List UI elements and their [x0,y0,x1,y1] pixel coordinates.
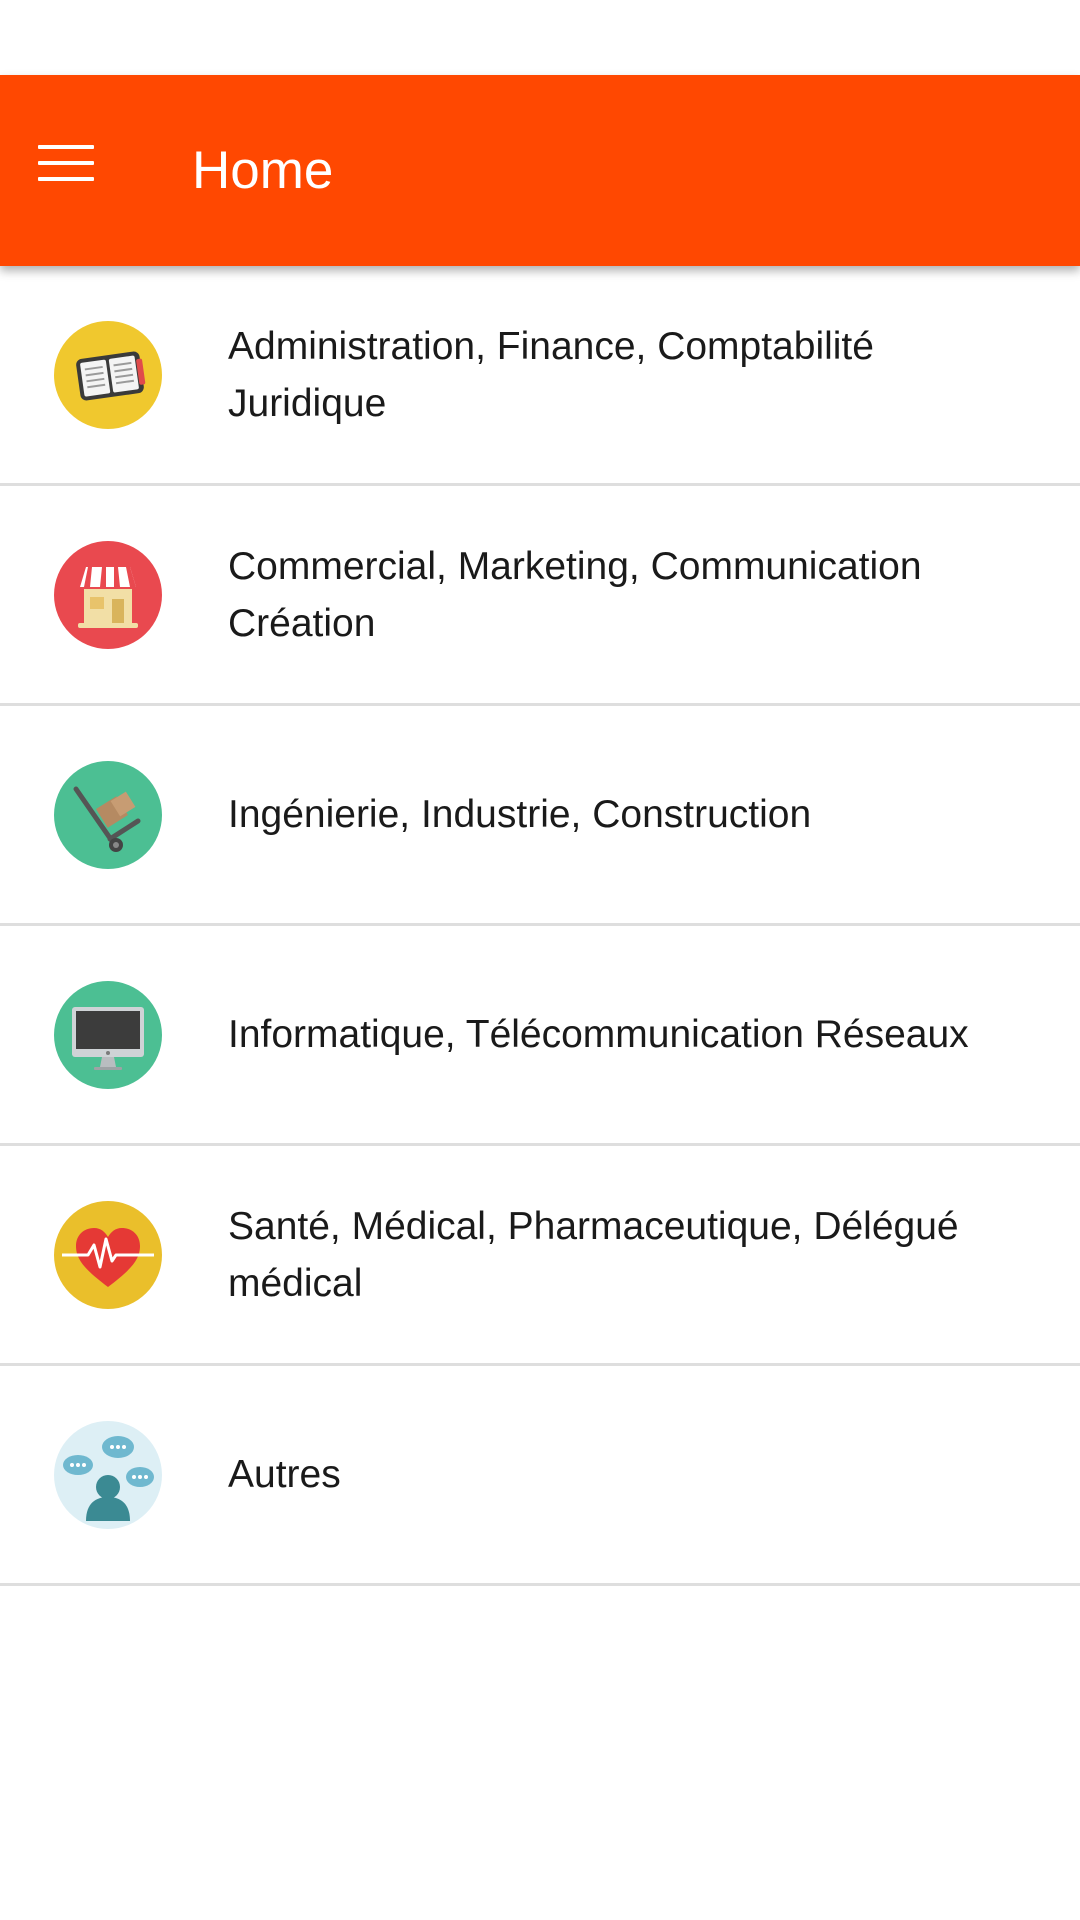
category-item-health[interactable]: Santé, Médical, Pharmaceutique, Délégué … [0,1146,1080,1366]
category-item-engineering[interactable]: Ingénierie, Industrie, Construction [0,706,1080,926]
status-bar [0,0,1080,75]
app-bar: Home [0,75,1080,266]
category-label: Informatique, Télécommunication Réseaux [228,1013,969,1056]
category-item-others[interactable]: Autres [0,1366,1080,1586]
page-title: Home [192,141,334,200]
category-list: Administration, Finance, Comptabilité Ju… [0,266,1080,1586]
heart-pulse-icon [54,1201,162,1309]
hamburger-menu-icon [38,144,94,182]
category-label: Commercial, Marketing, Communication Cré… [228,544,922,645]
category-label: Administration, Finance, Comptabilité Ju… [228,324,874,425]
menu-button[interactable] [28,125,104,201]
category-label: Autres [228,1453,341,1496]
notebook-icon [54,321,162,429]
category-label: Santé, Médical, Pharmaceutique, Délégué … [228,1204,959,1305]
category-item-administration[interactable]: Administration, Finance, Comptabilité Ju… [0,266,1080,486]
storefront-icon [54,541,162,649]
person-chat-icon [54,1421,162,1529]
computer-monitor-icon [54,981,162,1089]
category-item-commercial[interactable]: Commercial, Marketing, Communication Cré… [0,486,1080,706]
category-item-it[interactable]: Informatique, Télécommunication Réseaux [0,926,1080,1146]
hand-truck-icon [54,761,162,869]
category-label: Ingénierie, Industrie, Construction [228,793,812,836]
